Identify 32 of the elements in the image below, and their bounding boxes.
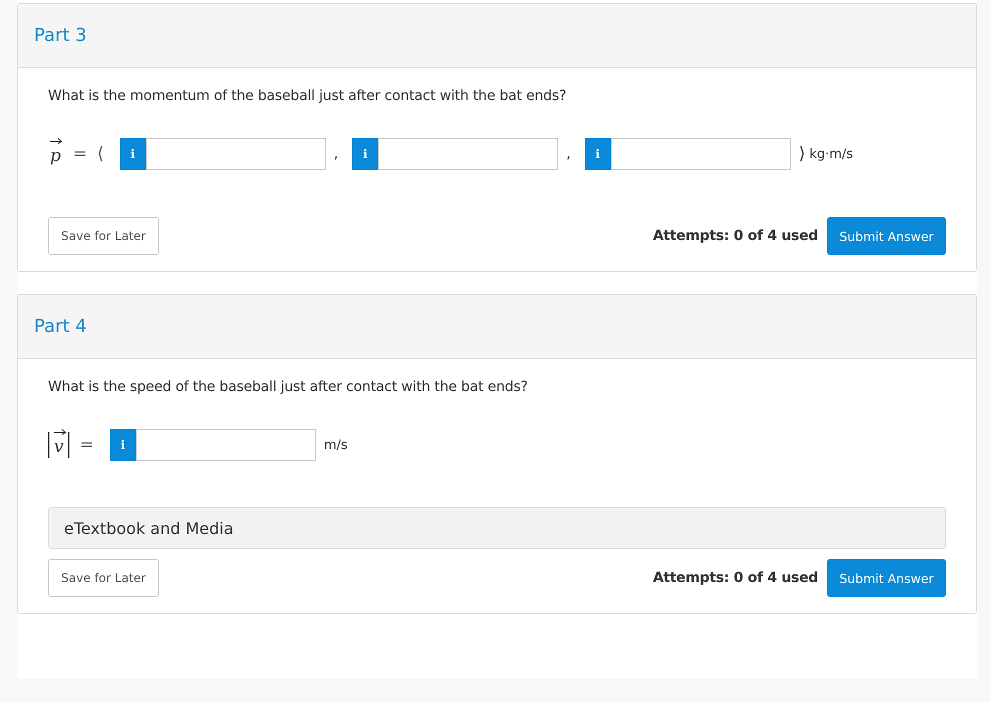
attempts-text: Attempts: 0 of 4 used [652, 228, 818, 244]
question-text: What is the speed of the baseball just after contact with the bat ends? [48, 379, 529, 395]
answer-field[interactable] [378, 138, 558, 170]
close-bracket: ⟩ [798, 144, 806, 164]
submit-answer-button[interactable]: Submit Answer [827, 217, 946, 255]
info-button[interactable]: i [584, 138, 611, 170]
attempts-text: Attempts: 0 of 4 used [652, 570, 818, 586]
answer-field[interactable] [146, 138, 326, 170]
etextbook-media-bar[interactable]: eTextbook and Media [48, 507, 946, 549]
part-title: Part 4 [34, 316, 87, 337]
comma: , [334, 146, 338, 162]
vector-symbol: p [50, 144, 61, 166]
submit-answer-button[interactable]: Submit Answer [827, 559, 946, 597]
save-for-later-button[interactable]: Save for Later [48, 217, 159, 255]
info-button[interactable]: i [110, 429, 136, 461]
vector-arrow-icon [49, 136, 63, 144]
comma: , [566, 146, 571, 162]
part-title: Part 3 [34, 25, 87, 46]
equals-sign: = [72, 144, 88, 164]
unit-label: kg·m/s [809, 146, 854, 162]
info-button[interactable]: i [352, 138, 378, 170]
answer-field[interactable] [610, 138, 791, 170]
question-text: What is the momentum of the baseball just after contact with the bat ends? [48, 88, 568, 104]
answer-field[interactable] [136, 429, 316, 461]
equals-sign: = [80, 435, 94, 455]
vector-arrow-icon [53, 428, 67, 434]
magnitude-bar-icon [68, 432, 70, 458]
info-button[interactable]: i [120, 138, 146, 170]
save-for-later-button[interactable]: Save for Later [48, 559, 159, 597]
vector-symbol: v [54, 436, 64, 456]
unit-label: m/s [324, 438, 348, 452]
open-bracket: ⟨ [97, 144, 104, 164]
